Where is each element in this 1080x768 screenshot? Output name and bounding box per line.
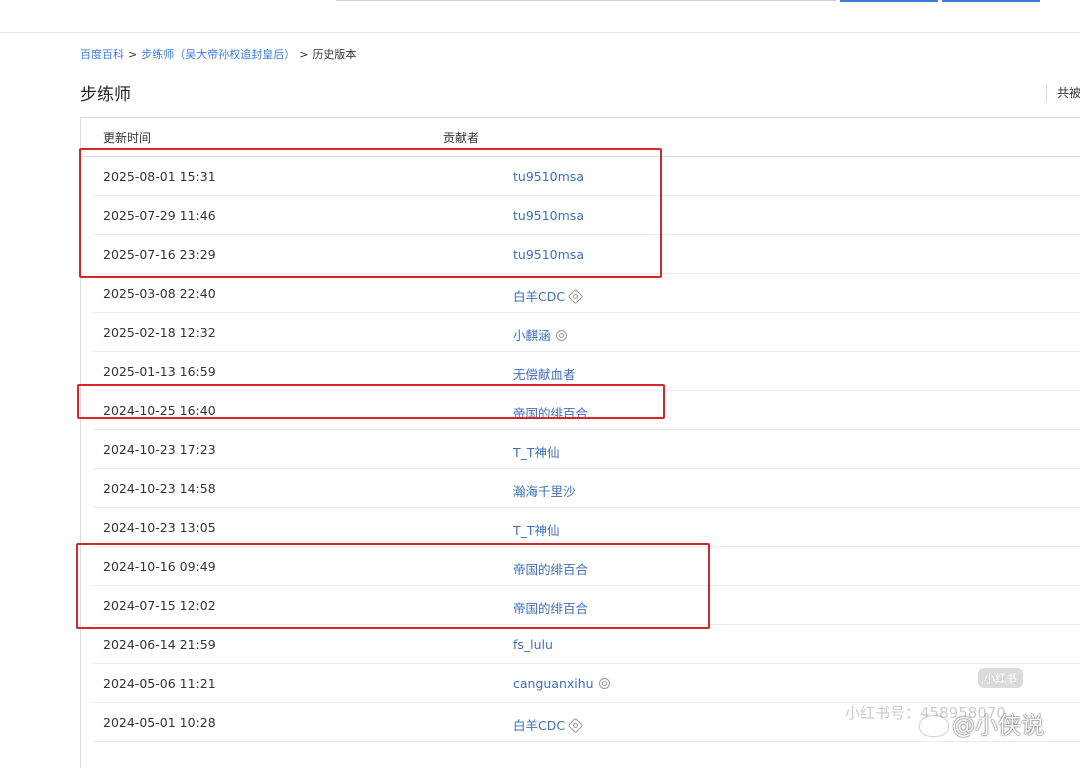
contributor-link[interactable]: 帝国的绯百合 — [513, 601, 588, 616]
table-row: 2024-10-23 14:58 瀚海千里沙 — [93, 469, 1080, 508]
update-time[interactable]: 2025-07-16 23:29 — [103, 247, 216, 262]
contributor-link[interactable]: 帝国的绯百合 — [513, 406, 588, 421]
weibo-handle: @小侠说 — [952, 713, 1044, 739]
user-badge-icon — [598, 678, 610, 689]
weibo-icon — [920, 716, 948, 736]
update-time[interactable]: 2024-10-25 16:40 — [103, 403, 216, 418]
table-header: 更新时间 贡献者 — [81, 118, 1080, 157]
contributor-link[interactable]: tu9510msa — [513, 169, 584, 184]
breadcrumb: 百度百科 > 步练师（吴大帝孙权追封皇后） > 历史版本 — [80, 47, 356, 63]
contributor-link[interactable]: canguanxihu — [513, 676, 594, 691]
side-edit-count-link[interactable]: 共被 — [1046, 84, 1080, 102]
xiaohongshu-watermark: 小红书 — [978, 668, 1023, 688]
contributor-link[interactable]: 瀚海千里沙 — [513, 484, 576, 499]
contributor-wrapper: 帝国的绯百合 — [513, 403, 588, 422]
table-row: 2024-10-16 09:49 帝国的绯百合 — [93, 547, 1080, 586]
table-row: 2025-03-08 22:40 白羊CDC — [93, 274, 1080, 313]
breadcrumb-home-link[interactable]: 百度百科 — [80, 48, 124, 61]
contributor-link[interactable]: T_T神仙 — [513, 445, 560, 460]
update-time[interactable]: 2025-01-13 16:59 — [103, 364, 216, 379]
xiaohongshu-id-label: 小红书号： — [845, 704, 921, 722]
breadcrumb-separator: > — [299, 48, 309, 61]
table-row: 2024-06-14 21:59 fs_lulu — [93, 625, 1080, 664]
contributor-wrapper: 白羊CDC — [513, 286, 584, 305]
table-row: 2024-10-23 17:23 T_T神仙 — [93, 430, 1080, 469]
contributor-wrapper: T_T神仙 — [513, 442, 560, 461]
search-box-edge[interactable] — [336, 0, 836, 1]
column-header-time: 更新时间 — [103, 131, 152, 145]
table-row: 2025-07-16 23:29 tu9510msa — [93, 235, 1080, 274]
breadcrumb-separator: > — [128, 48, 138, 61]
top-bar — [0, 0, 1080, 33]
table-row: 2025-01-13 16:59 无偿献血者 — [93, 352, 1080, 391]
update-time[interactable]: 2024-06-14 21:59 — [103, 637, 216, 652]
contributor-link[interactable]: 白羊CDC — [513, 289, 565, 304]
contributor-wrapper: 瀚海千里沙 — [513, 481, 576, 500]
full-search-button-edge[interactable] — [942, 0, 1040, 2]
table-row: 2025-07-29 11:46 tu9510msa — [93, 196, 1080, 235]
weibo-watermark: @小侠说 — [920, 706, 1044, 740]
contributor-wrapper: tu9510msa — [513, 247, 584, 262]
update-time[interactable]: 2024-10-23 13:05 — [103, 520, 216, 535]
update-time[interactable]: 2025-02-18 12:32 — [103, 325, 216, 340]
contributor-wrapper: canguanxihu — [513, 676, 610, 691]
contributor-link[interactable]: tu9510msa — [513, 208, 584, 223]
update-time[interactable]: 2024-10-16 09:49 — [103, 559, 216, 574]
table-body: 2025-08-01 15:31 tu9510msa 2025-07-29 11:4… — [81, 157, 1080, 742]
contributor-link[interactable]: T_T神仙 — [513, 523, 560, 538]
contributor-link[interactable]: tu9510msa — [513, 247, 584, 262]
contributor-wrapper: tu9510msa — [513, 208, 584, 223]
contributor-wrapper: 白羊CDC — [513, 715, 584, 734]
table-row: 2024-07-15 12:02 帝国的绯百合 — [93, 586, 1080, 625]
search-button-edge[interactable] — [840, 0, 938, 2]
update-time[interactable]: 2024-05-06 11:21 — [103, 676, 216, 691]
breadcrumb-entry-link[interactable]: 步练师（吴大帝孙权追封皇后） — [141, 48, 295, 61]
table-row: 2025-08-01 15:31 tu9510msa — [93, 157, 1080, 196]
page-title: 步练师 — [80, 85, 131, 105]
update-time[interactable]: 2024-10-23 17:23 — [103, 442, 216, 457]
contributor-link[interactable]: 无偿献血者 — [513, 367, 576, 382]
contributor-link[interactable]: fs_lulu — [513, 637, 553, 652]
contributor-wrapper: 小麒涵 — [513, 325, 567, 344]
update-time[interactable]: 2025-07-29 11:46 — [103, 208, 216, 223]
contributor-wrapper: tu9510msa — [513, 169, 584, 184]
breadcrumb-current: 历史版本 — [312, 48, 357, 61]
table-row: 2024-10-25 16:40 帝国的绯百合 — [93, 391, 1080, 430]
table-row: 2025-02-18 12:32 小麒涵 — [93, 313, 1080, 352]
table-row: 2024-05-06 11:21 canguanxihu — [93, 664, 1080, 703]
contributor-wrapper: 帝国的绯百合 — [513, 598, 588, 617]
contributor-wrapper: T_T神仙 — [513, 520, 560, 539]
hex-badge-icon — [567, 717, 584, 734]
user-badge-icon — [555, 330, 567, 341]
update-time[interactable]: 2024-05-01 10:28 — [103, 715, 216, 730]
update-time[interactable]: 2025-03-08 22:40 — [103, 286, 216, 301]
hex-badge-icon — [567, 288, 584, 305]
table-row: 2024-10-23 13:05 T_T神仙 — [93, 508, 1080, 547]
contributor-link[interactable]: 帝国的绯百合 — [513, 562, 588, 577]
contributor-link[interactable]: 小麒涵 — [513, 328, 551, 343]
update-time[interactable]: 2025-08-01 15:31 — [103, 169, 216, 184]
history-table: 更新时间 贡献者 2025-08-01 15:31 tu9510msa 2025-0… — [80, 117, 1080, 768]
contributor-link[interactable]: 白羊CDC — [513, 718, 565, 733]
contributor-wrapper: 帝国的绯百合 — [513, 559, 588, 578]
contributor-wrapper: 无偿献血者 — [513, 364, 576, 383]
update-time[interactable]: 2024-10-23 14:58 — [103, 481, 216, 496]
contributor-wrapper: fs_lulu — [513, 637, 553, 652]
update-time[interactable]: 2024-07-15 12:02 — [103, 598, 216, 613]
column-header-contributor: 贡献者 — [443, 131, 480, 145]
